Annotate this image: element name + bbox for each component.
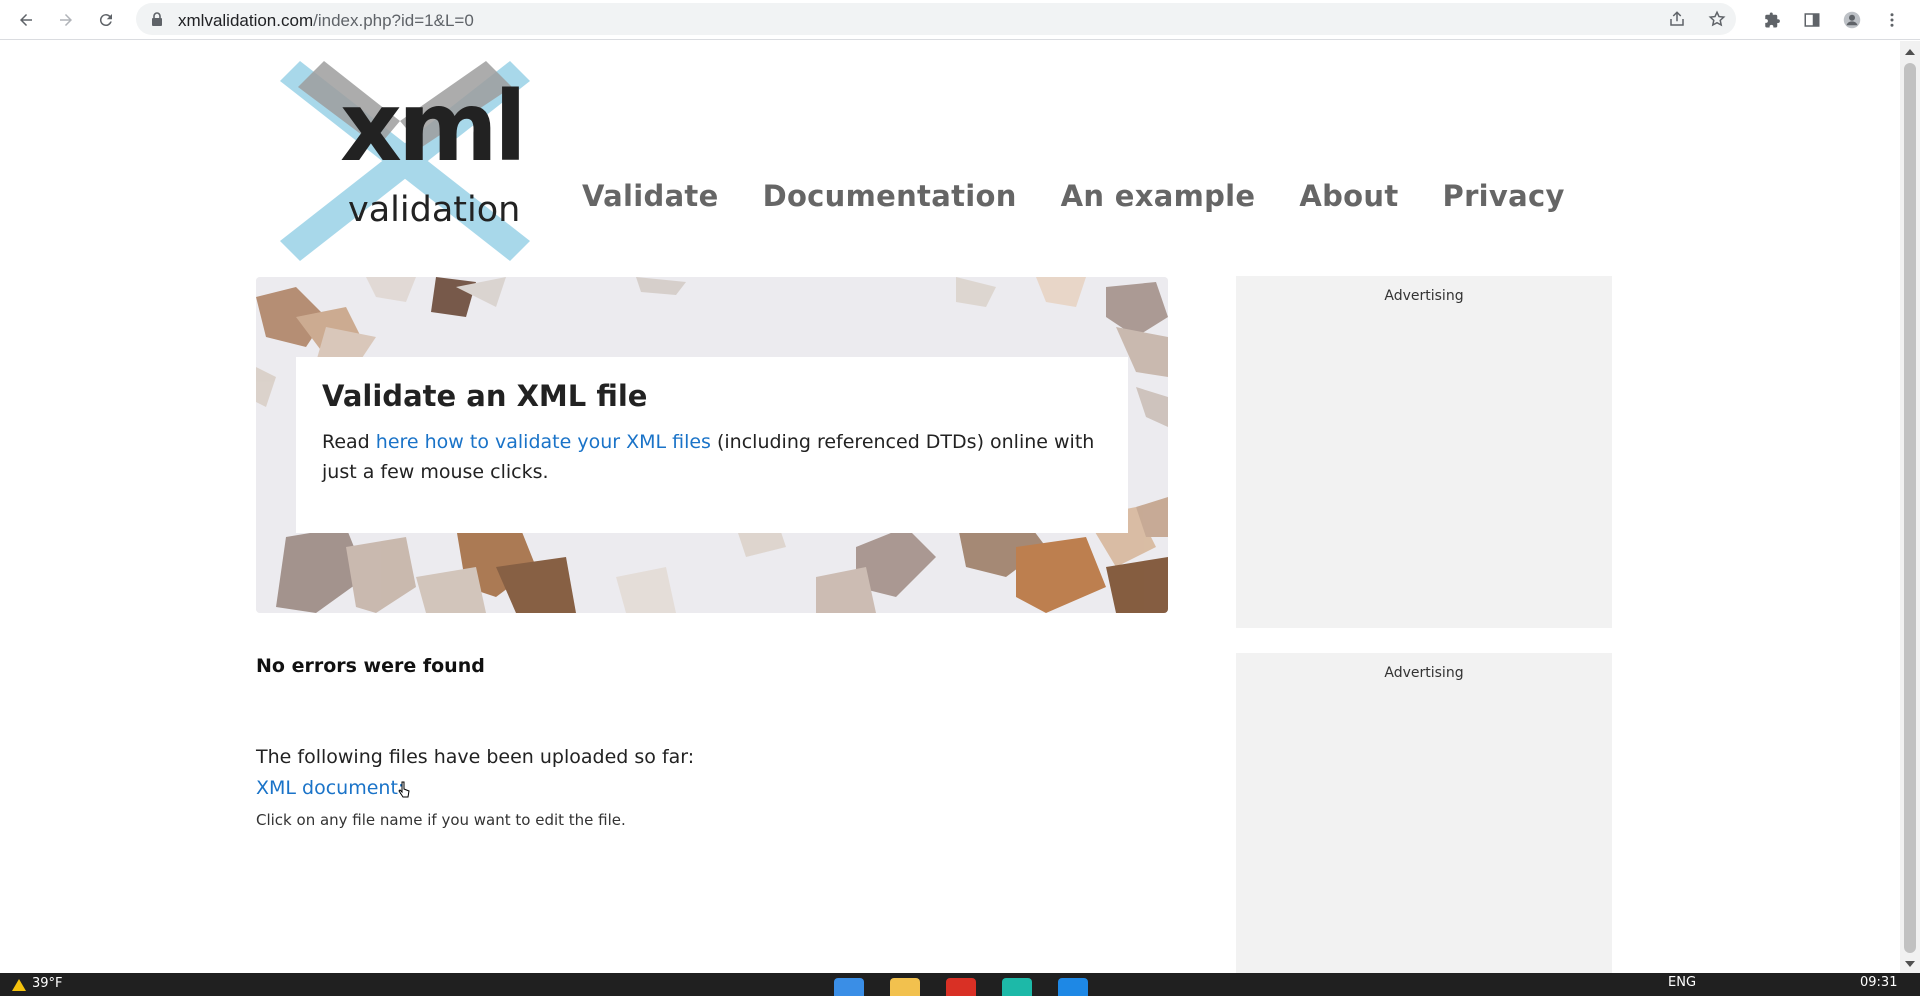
- os-taskbar: 39°F ENG 09:31: [0, 973, 1920, 996]
- weather-temperature[interactable]: 39°F: [32, 976, 63, 991]
- more-vertical-icon: [1890, 13, 1894, 27]
- uploaded-files-intro: The following files have been uploaded s…: [256, 746, 695, 768]
- avatar-icon: [1843, 11, 1861, 29]
- hero-howto-link[interactable]: here how to validate your XML files: [376, 431, 711, 453]
- side-panel-button[interactable]: [1798, 6, 1826, 34]
- hero-banner: Validate an XML file Read here how to va…: [256, 277, 1168, 613]
- validation-status: No errors were found: [256, 655, 485, 677]
- nav-privacy[interactable]: Privacy: [1443, 179, 1565, 213]
- edge-app-icon[interactable]: [1002, 978, 1032, 996]
- hero-text: Read here how to validate your XML files…: [322, 427, 1102, 487]
- menu-button[interactable]: [1878, 6, 1906, 34]
- hero-card: Validate an XML file Read here how to va…: [296, 357, 1128, 533]
- hero-text-before: Read: [322, 431, 376, 453]
- extensions-button[interactable]: [1758, 6, 1786, 34]
- side-panel-icon: [1804, 13, 1820, 27]
- reload-icon: [99, 14, 112, 27]
- advertising-slot-1[interactable]: Advertising: [1236, 276, 1612, 628]
- scroll-up-arrow-icon[interactable]: [1905, 49, 1915, 55]
- logo-xml-text: xml: [340, 71, 527, 183]
- page-scrollbar[interactable]: [1900, 41, 1920, 973]
- address-bar[interactable]: xmlvalidation.com/index.php?id=1&L=0: [136, 3, 1736, 35]
- star-icon[interactable]: [1708, 10, 1726, 28]
- main-nav: Validate Documentation An example About …: [582, 179, 1565, 213]
- arrow-left-icon: [20, 14, 32, 26]
- file-explorer-icon[interactable]: [890, 978, 920, 996]
- back-button[interactable]: [12, 6, 40, 34]
- arrow-right-icon: [60, 14, 72, 26]
- browser-toolbar: xmlvalidation.com/index.php?id=1&L=0: [0, 0, 1920, 40]
- chrome-app-icon[interactable]: [946, 978, 976, 996]
- url-host: xmlvalidation.com: [178, 11, 314, 30]
- nav-validate[interactable]: Validate: [582, 179, 719, 213]
- nav-documentation[interactable]: Documentation: [763, 179, 1017, 213]
- pointer-cursor-icon: [398, 781, 410, 798]
- url-path: /index.php?id=1&L=0: [313, 11, 474, 30]
- clock-time[interactable]: 09:31: [1860, 975, 1897, 990]
- edit-file-hint: Click on any file name if you want to ed…: [256, 811, 626, 829]
- puzzle-icon: [1765, 12, 1780, 28]
- logo-validation-text: validation: [348, 190, 521, 230]
- page-viewport: xml validation Validate Documentation An…: [0, 41, 1900, 973]
- advertising-slot-2[interactable]: Advertising: [1236, 653, 1612, 973]
- advertising-label: Advertising: [1384, 665, 1464, 681]
- url-text: xmlvalidation.com/index.php?id=1&L=0: [178, 11, 474, 31]
- profile-button[interactable]: [1838, 6, 1866, 34]
- nav-an-example[interactable]: An example: [1061, 179, 1256, 213]
- xml-document-link[interactable]: XML document:: [256, 777, 404, 799]
- start-menu-icon[interactable]: [834, 978, 864, 996]
- weather-warning-icon[interactable]: [12, 979, 26, 991]
- site-logo[interactable]: xml validation: [280, 61, 530, 261]
- forward-button[interactable]: [52, 6, 80, 34]
- share-icon[interactable]: [1668, 10, 1686, 28]
- reload-button[interactable]: [92, 6, 120, 34]
- advertising-label: Advertising: [1384, 288, 1464, 304]
- language-indicator[interactable]: ENG: [1668, 975, 1696, 990]
- lock-icon: [152, 12, 162, 26]
- hero-title: Validate an XML file: [322, 379, 648, 413]
- scrollbar-thumb[interactable]: [1904, 63, 1916, 953]
- vscode-app-icon[interactable]: [1058, 978, 1088, 996]
- nav-about[interactable]: About: [1299, 179, 1398, 213]
- scroll-down-arrow-icon[interactable]: [1905, 961, 1915, 967]
